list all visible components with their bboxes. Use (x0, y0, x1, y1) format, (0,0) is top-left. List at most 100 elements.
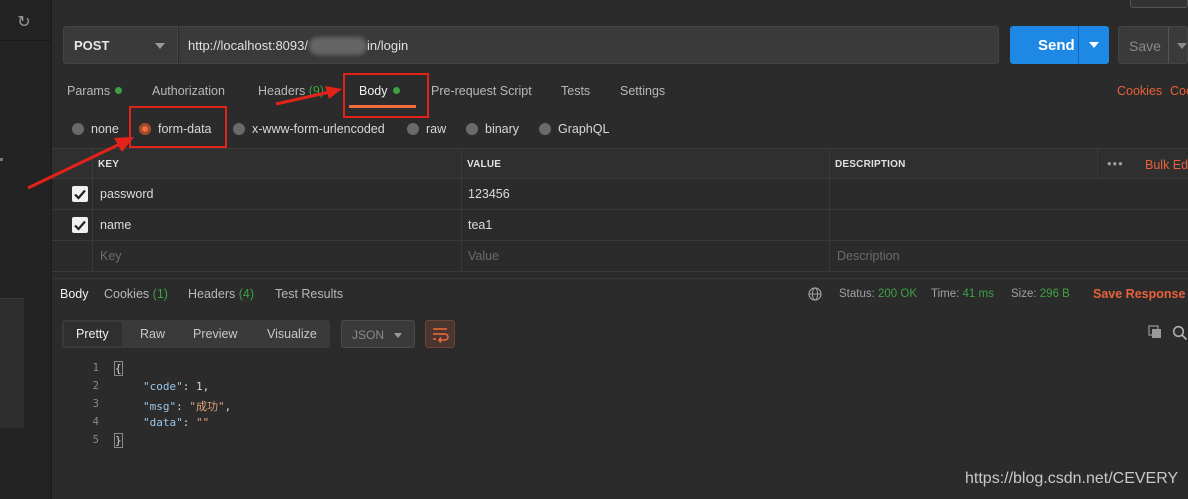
more-options-icon[interactable]: ••• (1107, 156, 1124, 171)
tab-label: Params (67, 84, 111, 98)
tab-count: (1) (152, 287, 168, 301)
url-input[interactable]: http://localhost:8093/ in/login (179, 26, 999, 64)
request-tabs: Params Authorization Headers (9) Body Pr… (52, 76, 1188, 108)
json-key: "code" (143, 380, 183, 393)
send-button[interactable]: Send (1010, 26, 1109, 64)
view-mode-tabs: Pretty Raw Preview Visualize (62, 320, 330, 348)
json-key: "msg" (143, 400, 177, 413)
description-input[interactable]: Description (837, 249, 900, 263)
column-header-value: VALUE (467, 159, 502, 170)
code-close-brace: } (114, 433, 123, 448)
view-preview[interactable]: Preview (193, 327, 237, 341)
copy-icon[interactable] (1148, 325, 1162, 339)
radio-label: GraphQL (558, 122, 610, 136)
save-button[interactable]: Save (1118, 26, 1188, 64)
chevron-down-icon[interactable] (1177, 43, 1187, 49)
line-number: 1 (92, 362, 99, 374)
form-data-table: KEY VALUE DESCRIPTION ••• Bulk Ed passwo… (52, 148, 1188, 272)
size-label: Size: (1011, 288, 1037, 300)
annotation-arrow-icon (27, 137, 134, 190)
tab-params[interactable]: Params (67, 84, 123, 98)
response-tabs: Body Cookies (1) Headers (4) Test Result… (52, 278, 1188, 310)
table-header: KEY VALUE DESCRIPTION ••• Bulk Ed (52, 148, 1188, 179)
radio-label: binary (485, 122, 520, 136)
radio-icon (233, 123, 245, 135)
watermark: https://blog.csdn.net/CEVERY (965, 470, 1179, 487)
url-suffix: in/login (367, 38, 409, 53)
status-value: 200 OK (878, 288, 918, 300)
code-open-brace: { (114, 361, 123, 376)
tab-pre-request-script[interactable]: Pre-request Script (431, 84, 532, 98)
cookies-link[interactable]: Cookies (1117, 84, 1162, 98)
annotation-box-form-data (129, 106, 227, 148)
annotation-arrow-icon (275, 86, 342, 106)
divider (0, 40, 52, 41)
radio-icon (466, 123, 478, 135)
line-number: 3 (92, 398, 99, 410)
postman-window: ↻ POST http://localhost:8093/ in/login S… (0, 0, 1188, 499)
tab-response-body[interactable]: Body (60, 287, 89, 301)
globe-icon[interactable] (808, 287, 822, 301)
language-label: JSON (352, 328, 385, 342)
chevron-down-icon[interactable] (1089, 42, 1099, 48)
divider (1078, 26, 1079, 64)
view-visualize[interactable]: Visualize (267, 327, 317, 341)
radio-label: raw (426, 122, 447, 136)
row-checkbox[interactable] (72, 217, 88, 233)
tab-response-headers[interactable]: Headers (4) (188, 287, 254, 301)
status-label: Status: (839, 288, 875, 300)
view-pretty[interactable]: Pretty (76, 327, 109, 341)
value-cell[interactable]: 123456 (468, 187, 510, 201)
method-select[interactable]: POST (63, 26, 178, 64)
radio-raw[interactable]: raw (407, 122, 446, 136)
divider (1097, 148, 1098, 179)
radio-x-www-form-urlencoded[interactable]: x-www-form-urlencoded (233, 122, 385, 136)
tab-count: (4) (238, 287, 255, 301)
sidebar-panel (0, 298, 24, 428)
wrap-lines-button[interactable] (425, 320, 455, 348)
sidebar-marker (0, 158, 3, 161)
radio-binary[interactable]: binary (466, 122, 519, 136)
json-key: "data" (143, 416, 183, 429)
bulk-edit-link[interactable]: Bulk Ed (1145, 158, 1188, 172)
active-dot-icon (115, 87, 123, 94)
chevron-down-icon (155, 43, 165, 49)
window-control[interactable] (1130, 0, 1188, 8)
save-label: Save (1129, 38, 1161, 54)
line-number: 4 (92, 416, 99, 428)
divider (1168, 27, 1169, 63)
code-line: "data": "" (143, 416, 210, 429)
search-icon[interactable] (1172, 325, 1188, 341)
language-select[interactable]: JSON (341, 320, 415, 348)
size-readout: Size: 296 B (1011, 288, 1070, 300)
value-input[interactable]: Value (468, 249, 499, 263)
method-label: POST (74, 38, 110, 53)
radio-icon (539, 123, 551, 135)
save-response-button[interactable]: Save Response (1093, 287, 1185, 301)
view-raw[interactable]: Raw (140, 327, 165, 341)
tab-test-results[interactable]: Test Results (275, 287, 343, 301)
json-value: "成功" (189, 400, 225, 413)
tab-response-cookies[interactable]: Cookies (1) (104, 287, 168, 301)
tab-settings[interactable]: Settings (620, 84, 665, 98)
value-cell[interactable]: tea1 (468, 218, 492, 232)
tab-authorization[interactable]: Authorization (152, 84, 225, 98)
code-link[interactable]: Coc (1170, 84, 1188, 98)
send-label: Send (1038, 37, 1075, 54)
radio-graphql[interactable]: GraphQL (539, 122, 609, 136)
time-value: 41 ms (962, 288, 994, 300)
code-line: "code": 1, (143, 380, 210, 393)
key-input[interactable]: Key (100, 249, 122, 263)
tab-label: Headers (188, 287, 236, 301)
left-sidebar: ↻ (0, 0, 52, 499)
line-number: 2 (92, 380, 99, 392)
tab-label: Pre-request Script (431, 84, 532, 98)
refresh-icon[interactable]: ↻ (10, 10, 38, 36)
tab-tests[interactable]: Tests (561, 84, 590, 98)
tab-label: Tests (561, 84, 591, 98)
annotation-box-body (343, 73, 429, 118)
url-prefix: http://localhost:8093/ (188, 38, 308, 53)
column-header-description: DESCRIPTION (835, 159, 906, 170)
key-cell[interactable]: name (100, 218, 131, 232)
json-value: "" (196, 416, 210, 429)
